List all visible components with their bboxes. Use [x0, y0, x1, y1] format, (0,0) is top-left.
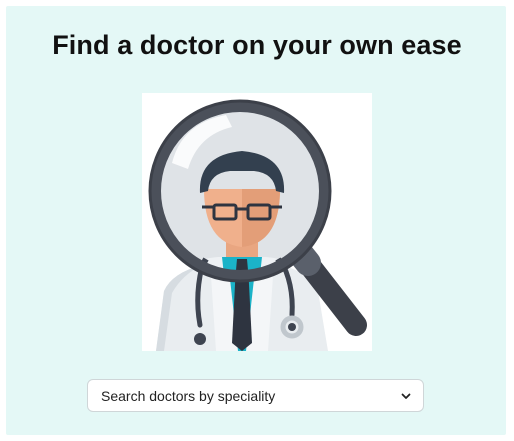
- speciality-select[interactable]: Search doctors by speciality: [87, 379, 424, 412]
- doctor-magnifier-icon: [148, 99, 367, 351]
- speciality-select-label: Search doctors by speciality: [101, 388, 276, 404]
- page-frame: Find a doctor on your own ease Search do…: [0, 0, 514, 441]
- doctor-magnifier-illustration: [142, 93, 372, 351]
- chevron-down-icon: [401, 393, 411, 399]
- page-title: Find a doctor on your own ease: [52, 30, 462, 60]
